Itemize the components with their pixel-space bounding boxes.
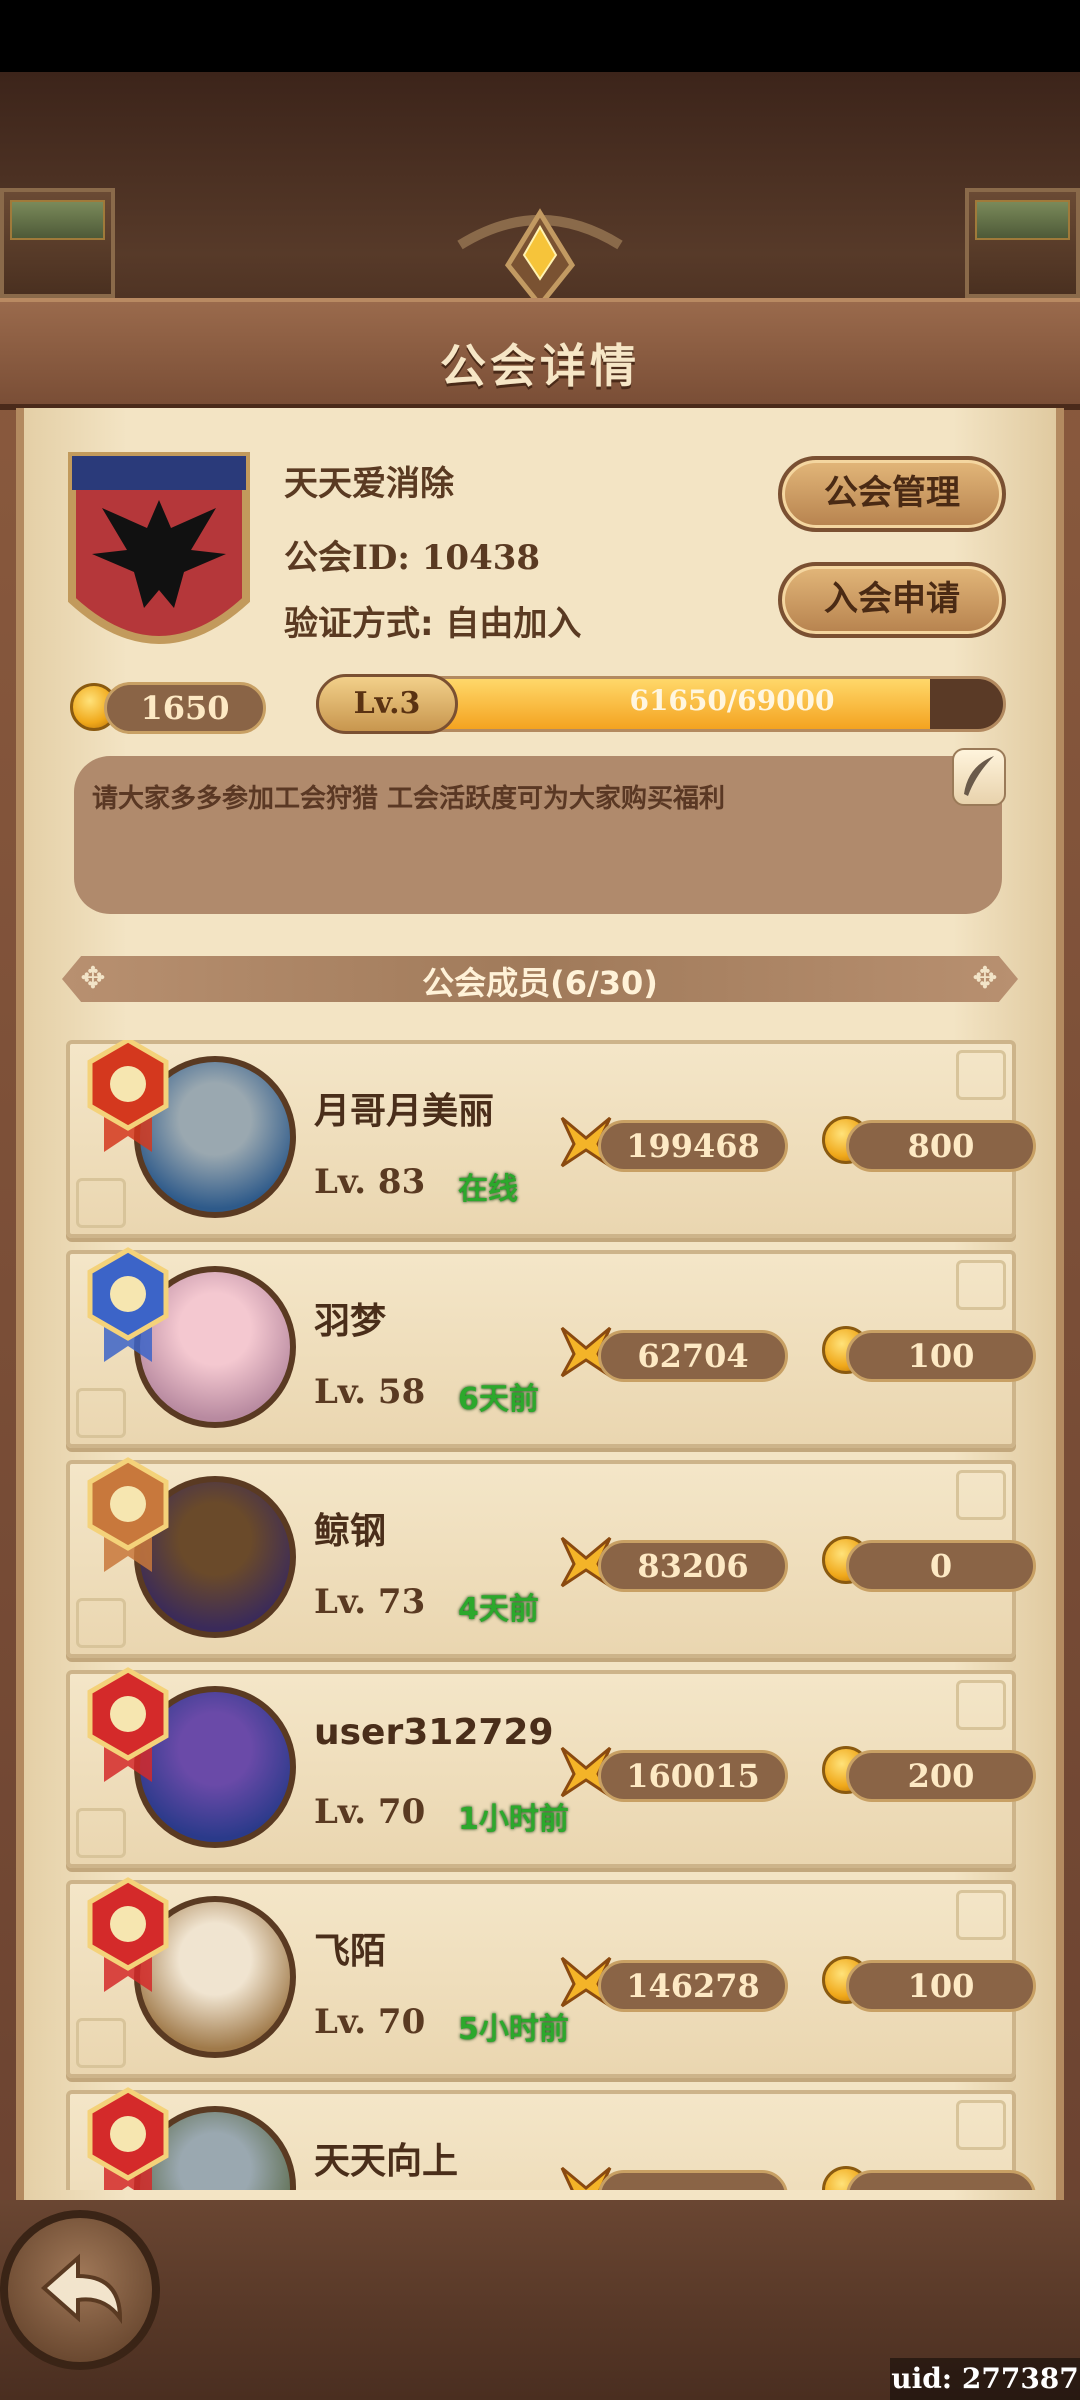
left-pillar-decoration: [0, 188, 115, 298]
guild-verify-mode: 验证方式: 自由加入: [284, 604, 582, 644]
rank-badge-icon: [87, 2087, 169, 2190]
member-level: Lv. 58: [314, 1372, 426, 1412]
member-contribution: 100: [846, 1960, 1036, 2012]
member-card[interactable]: user312729 Lv. 70 1小时前 160015 200: [66, 1667, 1036, 1868]
card-corner-ornament: [956, 1680, 1006, 1730]
member-level: Lv. 70: [314, 2002, 426, 2042]
member-level: Lv. 73: [314, 1582, 426, 1622]
member-card[interactable]: 飞陌 Lv. 70 5小时前 146278 100: [66, 1877, 1036, 2078]
member-name: user312729: [314, 1712, 554, 1753]
members-header: 公会成员(6/30): [422, 964, 658, 1002]
card-corner-ornament: [956, 2100, 1006, 2150]
member-power: 83206: [598, 1540, 788, 1592]
member-contribution: 200: [846, 1750, 1036, 1802]
member-list[interactable]: 月哥月美丽 Lv. 83 在线 199468 800 羽梦 Lv. 58 6天前…: [30, 1040, 1060, 2190]
member-contribution: [846, 2170, 1036, 2190]
card-corner-ornament: [76, 1388, 126, 1438]
guild-id: 公会ID: 10438: [284, 538, 541, 578]
card-corner-ornament: [76, 1808, 126, 1858]
member-contribution: 0: [846, 1540, 1036, 1592]
member-power: 199468: [598, 1120, 788, 1172]
guild-emblem: [68, 452, 250, 644]
edit-notice-button[interactable]: [952, 748, 1006, 806]
member-level: Lv. 83: [314, 1162, 426, 1202]
member-name: 天天向上: [314, 2141, 459, 2182]
back-arrow-icon: [40, 2253, 123, 2325]
card-corner-ornament: [76, 2018, 126, 2068]
status-bar: [0, 0, 1080, 72]
member-contribution: 800: [846, 1120, 1036, 1172]
guild-exp-text: 61650/69000: [629, 684, 835, 717]
member-name: 飞陌: [314, 1931, 387, 1972]
card-corner-ornament: [956, 1470, 1006, 1520]
member-card[interactable]: 鲸钢 Lv. 73 4天前 83206 0: [66, 1457, 1036, 1658]
member-status: 5小时前: [458, 2012, 569, 2047]
member-contribution: 100: [846, 1330, 1036, 1382]
member-power: 62704: [598, 1330, 788, 1382]
uid-label: uid: 277387: [890, 2358, 1080, 2400]
member-status: 6天前: [458, 1382, 539, 1417]
member-status: 1小时前: [458, 1802, 569, 1837]
guild-notice-text: 请大家多多参加工会狩猎 工会活跃度可为大家购买福利: [92, 784, 726, 814]
member-power: [598, 2170, 788, 2190]
join-requests-button[interactable]: 入会申请: [778, 562, 1006, 638]
guild-manage-button[interactable]: 公会管理: [778, 456, 1006, 532]
rank-badge-icon: [87, 1667, 169, 1782]
rank-badge-icon: [87, 1457, 169, 1572]
card-corner-ornament: [76, 1178, 126, 1228]
member-power: 146278: [598, 1960, 788, 2012]
card-corner-ornament: [956, 1890, 1006, 1940]
member-status: 4天前: [458, 1592, 539, 1627]
card-corner-ornament: [956, 1260, 1006, 1310]
guild-name: 天天爱消除: [284, 464, 454, 504]
rank-badge-icon: [87, 1877, 169, 1992]
rank-badge-icon: [87, 1247, 169, 1362]
card-corner-ornament: [956, 1050, 1006, 1100]
member-name: 鲸钢: [314, 1511, 387, 1552]
member-power: 160015: [598, 1750, 788, 1802]
rank-badge-icon: [87, 1040, 169, 1152]
guild-level-tag: Lv.3: [316, 674, 458, 734]
member-card[interactable]: 羽梦 Lv. 58 6天前 62704 100: [66, 1247, 1036, 1448]
right-pillar-decoration: [965, 188, 1080, 298]
guild-coin-count: 1650: [104, 682, 266, 734]
back-button[interactable]: [0, 2210, 160, 2370]
member-name: 羽梦: [314, 1301, 387, 1342]
member-name: 月哥月美丽: [314, 1091, 495, 1132]
member-level: Lv. 70: [314, 1792, 426, 1832]
page-title: 公会详情: [440, 339, 640, 393]
member-card[interactable]: 月哥月美丽 Lv. 83 在线 199468 800: [66, 1040, 1036, 1238]
quill-icon: [964, 756, 994, 796]
card-corner-ornament: [76, 1598, 126, 1648]
member-status: 在线: [458, 1172, 518, 1207]
member-card[interactable]: 天天向上: [66, 2087, 1036, 2190]
